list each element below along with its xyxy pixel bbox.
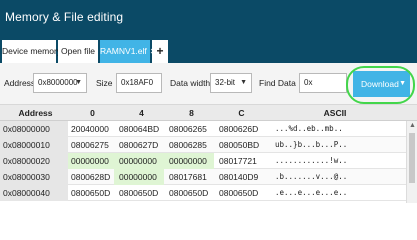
size-input[interactable]: 0x18AF0 — [116, 73, 162, 93]
header-col-4: 4 — [139, 108, 144, 118]
memory-cell[interactable]: 00000000 — [114, 153, 164, 169]
memory-cell[interactable]: 080064BD — [114, 121, 164, 137]
add-tab-button[interactable]: + — [152, 40, 168, 63]
tab-label: Device memory — [2, 46, 62, 56]
memory-cell[interactable]: 0800627D — [114, 137, 164, 153]
row-address: 0x08000010 — [0, 137, 68, 153]
table-row[interactable]: 0x08000010 08006275 0800627D 08006285 080050… — [0, 137, 406, 153]
scroll-up-icon[interactable]: ▲ — [409, 122, 416, 129]
data-width-value: 32-bit — [215, 78, 236, 87]
memory-cell[interactable]: 0800650D — [114, 185, 164, 201]
plus-icon: + — [156, 44, 164, 58]
header-address: Address — [18, 108, 53, 118]
header-col-8: 8 — [189, 108, 194, 118]
row-address: 0x08000030 — [0, 169, 68, 185]
table-row[interactable]: 0x08000020 00000000 00000000 00000000 080177… — [0, 153, 406, 169]
window-title: Memory & File editing — [5, 10, 124, 24]
address-label: Address — [4, 78, 36, 88]
data-width-label: Data width — [170, 78, 211, 88]
header-col-0: 0 — [90, 108, 95, 118]
memory-grid: Address 0 4 8 C ASCII 0x08000000 20040000… — [0, 105, 417, 203]
find-data-value: 0x — [304, 78, 313, 87]
toolbar: Address 0x8000000 ▼ Size 0x18AF0 Data wi… — [0, 63, 417, 105]
vertical-scrollbar[interactable]: ▲ — [406, 121, 417, 203]
tab-strip: Device memory Open file RAMNV1.elf✕ + — [0, 36, 417, 63]
memory-cell[interactable]: 00000000 — [114, 169, 164, 185]
header-col-c: C — [238, 108, 245, 118]
size-label: Size — [96, 78, 113, 88]
grid-header: Address 0 4 8 C ASCII — [0, 105, 417, 121]
chevron-down-icon[interactable]: ▼ — [399, 71, 406, 97]
tab-device-memory[interactable]: Device memory — [2, 40, 61, 63]
download-button[interactable]: Download ▼ — [353, 71, 410, 97]
tab-ramnv1-elf[interactable]: RAMNV1.elf✕ — [100, 40, 156, 63]
row-address: 0x08000000 — [0, 121, 68, 137]
memory-cell[interactable]: 0800626D — [214, 121, 264, 137]
size-value: 0x18AF0 — [121, 78, 154, 87]
chevron-down-icon[interactable]: ▼ — [75, 74, 82, 92]
ascii-cell: ub..}b...b...P.. — [275, 140, 348, 149]
header-ascii: ASCII — [323, 108, 347, 118]
memory-cell[interactable]: 08006285 — [164, 137, 214, 153]
ascii-cell: .e...e...e...e.. — [275, 188, 348, 197]
memory-cell[interactable]: 08017681 — [164, 169, 214, 185]
find-data-label: Find Data — [259, 78, 296, 88]
address-combobox[interactable]: 0x8000000 ▼ — [33, 73, 87, 93]
memory-cell[interactable]: 0800650D — [214, 185, 264, 201]
memory-cell[interactable]: 080140D9 — [214, 169, 264, 185]
ascii-cell: .b.......v...@.. — [275, 172, 348, 181]
data-width-select[interactable]: 32-bit ▼ — [210, 73, 252, 93]
tab-label: RAMNV1.elf — [100, 46, 147, 56]
memory-cell[interactable]: 0800650D — [164, 185, 214, 201]
tab-open-file[interactable]: Open file — [58, 40, 98, 63]
ascii-cell: ...%d..eb..mb.. — [275, 124, 343, 133]
table-row[interactable]: 0x08000030 0800628D 00000000 08017681 080140… — [0, 169, 406, 185]
tab-label: Open file — [60, 46, 96, 56]
memory-cell[interactable]: 00000000 — [164, 153, 214, 169]
title-bar: Memory & File editing — [0, 0, 417, 36]
memory-cell[interactable]: 080050BD — [214, 137, 264, 153]
find-data-input[interactable]: 0x — [299, 73, 347, 93]
table-row[interactable]: 0x08000040 0800650D 0800650D 0800650D 080065… — [0, 185, 406, 201]
row-address: 0x08000040 — [0, 185, 68, 201]
memory-cell[interactable]: 08006265 — [164, 121, 214, 137]
table-row[interactable]: 0x08000000 20040000 080064BD 08006265 080062… — [0, 121, 406, 137]
address-value: 0x8000000 — [38, 78, 78, 87]
memory-cell[interactable]: 08017721 — [214, 153, 264, 169]
chevron-down-icon[interactable]: ▼ — [240, 74, 247, 92]
scroll-thumb[interactable] — [409, 133, 415, 183]
ascii-cell: ............!w.. — [275, 156, 348, 165]
row-address: 0x08000020 — [0, 153, 68, 169]
download-label: Download — [361, 79, 399, 89]
